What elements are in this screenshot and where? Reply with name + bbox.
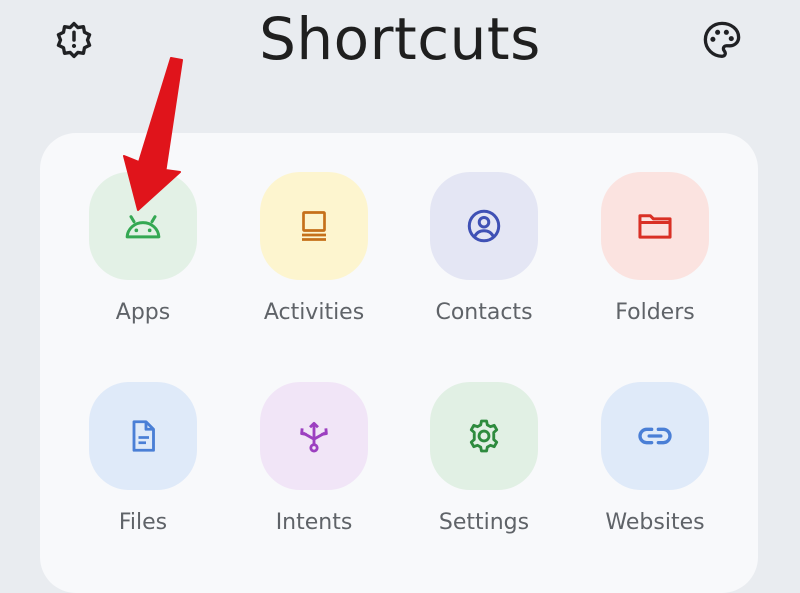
tile-contacts-label: Contacts (435, 300, 533, 325)
tile-activities-label: Activities (263, 300, 365, 325)
tile-settings-icon-box (430, 382, 538, 490)
tile-websites-label: Websites (605, 510, 705, 535)
tile-activities[interactable]: Activities (239, 172, 389, 326)
tile-apps-icon-box (89, 172, 197, 280)
tile-folders[interactable]: Folders (580, 172, 730, 326)
folder-icon (638, 214, 672, 239)
tile-activities-icon-box (260, 172, 368, 280)
theme-button[interactable] (698, 16, 746, 64)
tile-contacts[interactable]: Contacts (409, 172, 559, 326)
activities-icon (302, 211, 326, 241)
android-icon (125, 215, 161, 239)
page-title: Shortcuts (259, 5, 541, 73)
tile-websites-icon-box (601, 382, 709, 490)
tile-apps[interactable]: Apps (68, 172, 218, 326)
file-icon (132, 420, 155, 452)
tile-contacts-icon-box (430, 172, 538, 280)
tile-folders-label: Folders (615, 300, 695, 325)
tile-files[interactable]: Files (68, 382, 218, 536)
tile-apps-label: Apps (115, 300, 171, 325)
tile-folders-icon-box (601, 172, 709, 280)
tile-files-label: Files (118, 510, 168, 535)
settings-gear-icon (469, 419, 499, 453)
palette-icon (703, 21, 741, 58)
tile-files-icon-box (89, 382, 197, 490)
tile-intents[interactable]: Intents (239, 382, 389, 536)
intents-icon (300, 421, 328, 453)
link-icon (638, 427, 672, 445)
tile-websites[interactable]: Websites (580, 382, 730, 536)
contact-icon (467, 209, 501, 243)
tile-intents-icon-box (260, 382, 368, 490)
tile-settings-label: Settings (438, 510, 530, 535)
tile-intents-label: Intents (275, 510, 353, 535)
tile-settings[interactable]: Settings (409, 382, 559, 536)
